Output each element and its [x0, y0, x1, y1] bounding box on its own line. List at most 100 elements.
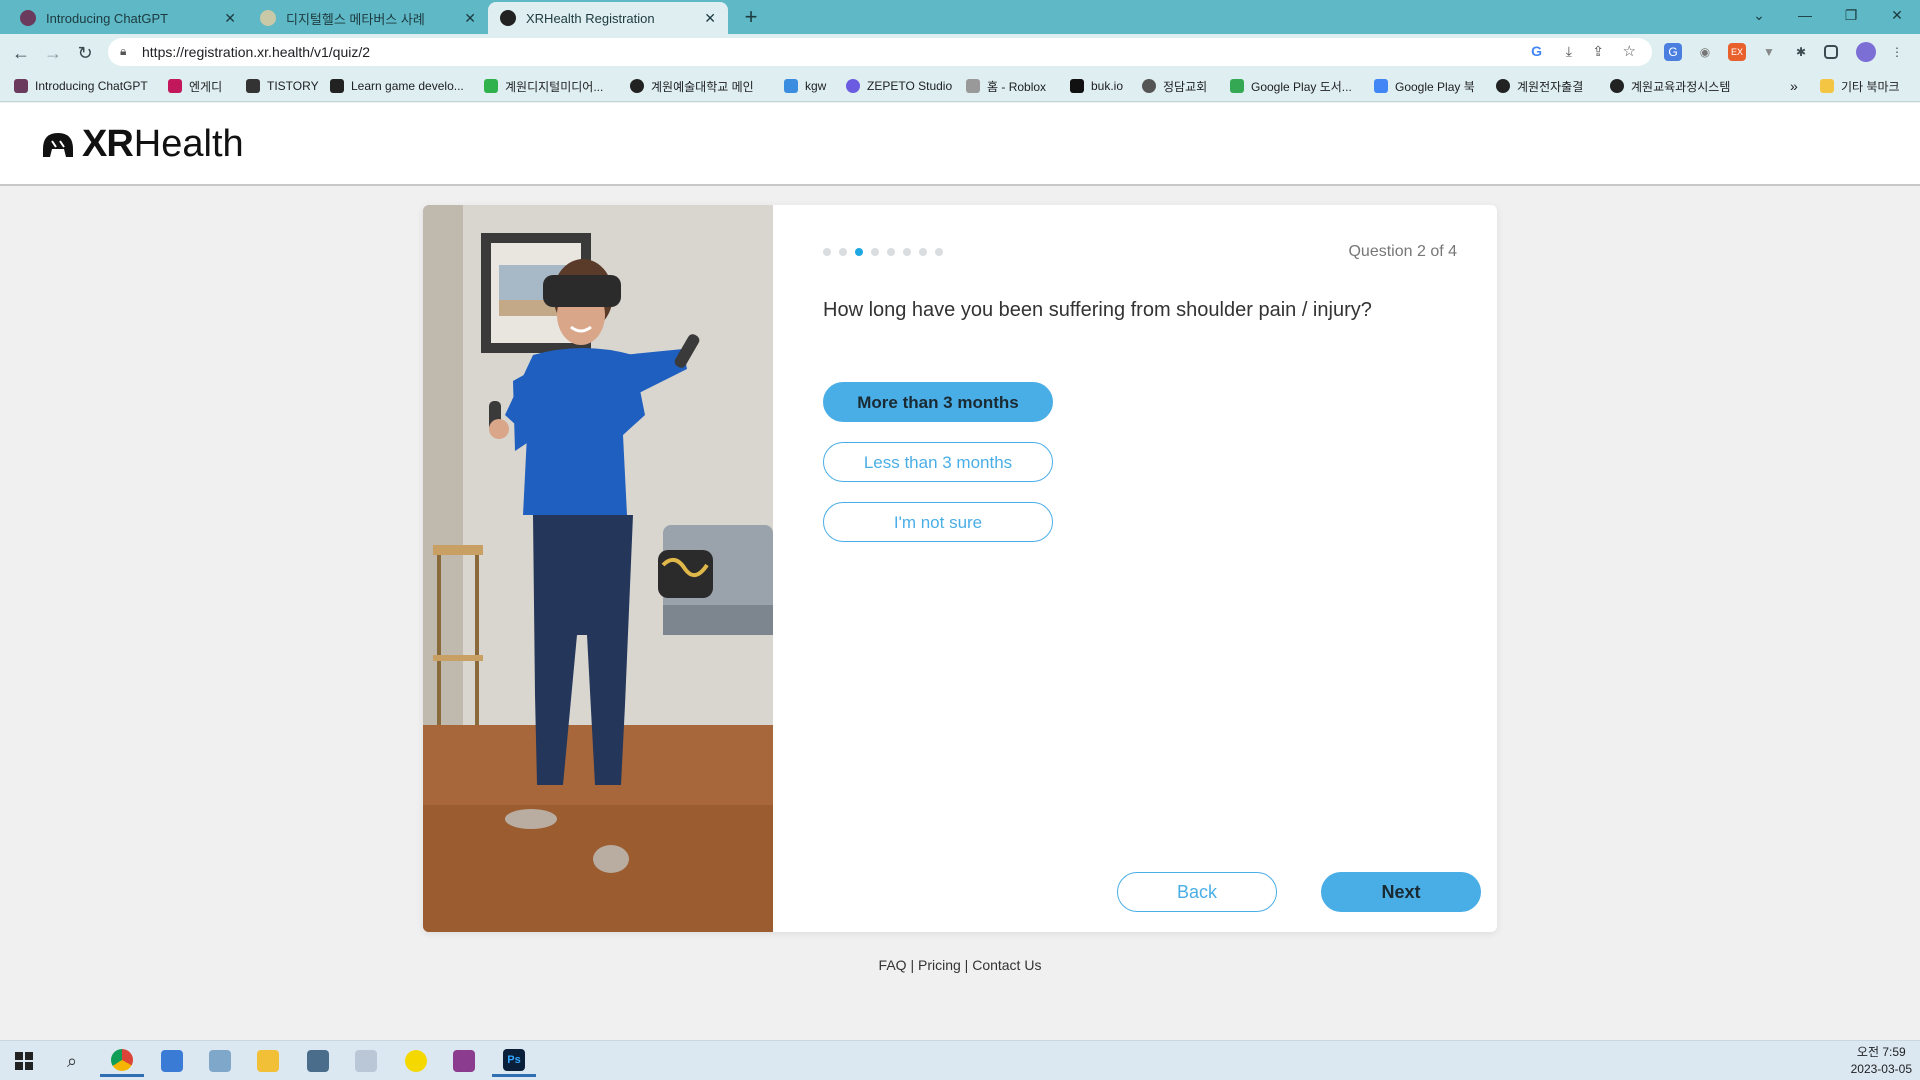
question-text: How long have you been suffering from sh… [823, 299, 1372, 321]
bookmark-item[interactable]: 계원디지털미디어... [484, 76, 603, 96]
chrome-taskbar-icon[interactable] [100, 1045, 144, 1077]
url-text[interactable]: https://registration.xr.health/v1/quiz/2 [142, 44, 370, 60]
option-less-than-3-months[interactable]: Less than 3 months [823, 442, 1053, 482]
minimize-button[interactable]: — [1782, 0, 1828, 30]
bookmarks-bar: Introducing ChatGPT 엔게디 TISTORY Learn ga… [0, 70, 1920, 102]
puzzle-extensions-icon[interactable]: ✱ [1792, 43, 1810, 61]
vue-extension-icon[interactable]: ▼ [1760, 43, 1778, 61]
next-button[interactable]: Next [1321, 872, 1481, 912]
tab-introducing-chatgpt[interactable]: Introducing ChatGPT ✕ [8, 2, 248, 34]
back-arrow-icon[interactable]: ← [8, 40, 34, 66]
forward-arrow-icon[interactable]: → [40, 40, 66, 66]
bookmark-label: 계원디지털미디어... [505, 79, 604, 94]
chatgpt-icon [14, 79, 28, 93]
bookmark-item[interactable]: Google Play 도서... [1230, 76, 1352, 96]
bookmark-item[interactable]: buk.io [1070, 76, 1123, 96]
pricing-link[interactable]: Pricing [918, 957, 961, 973]
close-window-button[interactable]: ✕ [1874, 0, 1920, 30]
windows-start-icon[interactable] [2, 1045, 46, 1077]
search-icon[interactable]: ⌕ [50, 1045, 94, 1077]
xrhealth-logo[interactable]: XR Health [40, 123, 244, 166]
close-tab-icon[interactable]: ✕ [704, 10, 716, 27]
chat-icon [405, 1050, 427, 1072]
app-taskbar-icon[interactable] [198, 1045, 242, 1077]
bookmark-item[interactable]: 정담교회 [1142, 76, 1207, 96]
bookmark-item[interactable]: Introducing ChatGPT [14, 76, 148, 96]
page-favicon-icon [260, 10, 276, 26]
footer-separator: | [910, 957, 915, 973]
bookmark-item[interactable]: Learn game develo... [330, 76, 464, 96]
side-panel-icon[interactable] [1824, 45, 1838, 59]
footer-separator: | [964, 957, 969, 973]
file-explorer-icon[interactable] [246, 1045, 290, 1077]
camera-extension-icon[interactable]: ◉ [1696, 43, 1714, 61]
bookmark-item[interactable]: 엔게디 [168, 76, 222, 96]
logo-health-text: Health [133, 123, 244, 165]
tab-search-icon[interactable]: ⌄ [1736, 0, 1782, 30]
quiz-panel: Question 2 of 4 How long have you been s… [773, 205, 1497, 932]
engedi-icon [168, 79, 182, 93]
option-more-than-3-months[interactable]: More than 3 months [823, 382, 1053, 422]
bookmark-label: buk.io [1091, 79, 1124, 93]
system-clock[interactable]: 오전 7:59 2023-03-05 [1851, 1044, 1912, 1078]
paint-icon[interactable] [344, 1045, 388, 1077]
bookmark-item[interactable]: Google Play 북 [1374, 76, 1475, 96]
calculator-icon[interactable] [296, 1045, 340, 1077]
restore-button[interactable]: ❐ [1828, 0, 1874, 30]
google-icon[interactable]: G [1531, 43, 1542, 59]
tab-xrhealth-registration[interactable]: XRHealth Registration ✕ [488, 2, 728, 34]
google-play-icon [1374, 79, 1388, 93]
bookmark-label: Google Play 도서... [1251, 79, 1352, 94]
back-button[interactable]: Back [1117, 872, 1277, 912]
unity-icon [330, 79, 344, 93]
windows-taskbar: ⌕ Ps 오전 7:59 2023-03-05 [0, 1040, 1920, 1080]
bookmark-label: 정담교회 [1163, 79, 1208, 94]
app-taskbar-icon[interactable] [150, 1045, 194, 1077]
kakaotalk-icon[interactable] [394, 1045, 438, 1077]
bookmark-item[interactable]: 계원예술대학교 메인 [630, 76, 754, 96]
faq-link[interactable]: FAQ [879, 957, 907, 973]
reload-icon[interactable]: ↻ [72, 40, 98, 66]
close-tab-icon[interactable]: ✕ [224, 10, 236, 27]
bookmark-item[interactable]: 계원교육과정시스템 [1610, 76, 1730, 96]
install-icon[interactable]: ⤓ [1566, 43, 1572, 60]
address-bar-row: ← → ↻ 🔒︎ https://registration.xr.health/… [0, 34, 1920, 70]
bookmark-label: Google Play 북 [1395, 79, 1475, 94]
star-bookmark-icon[interactable]: ☆ [1623, 42, 1636, 60]
lock-icon[interactable]: 🔒︎ [120, 44, 126, 59]
bookmark-label: kgw [805, 79, 827, 93]
progress-dot [935, 248, 943, 256]
url-field[interactable]: 🔒︎ https://registration.xr.health/v1/qui… [108, 38, 1652, 66]
new-tab-button[interactable]: + [738, 4, 764, 30]
share-icon[interactable]: ⇪ [1592, 43, 1604, 60]
profile-avatar[interactable] [1856, 42, 1876, 62]
bookmark-item[interactable]: 홈 - Roblox [966, 76, 1046, 96]
close-tab-icon[interactable]: ✕ [464, 10, 476, 27]
folder-icon [1820, 79, 1834, 93]
option-not-sure[interactable]: I'm not sure [823, 502, 1053, 542]
bookmark-item[interactable]: ZEPETO Studio [846, 76, 952, 96]
app-taskbar-icon[interactable] [442, 1045, 486, 1077]
photoshop-icon[interactable]: Ps [492, 1045, 536, 1077]
vr-headset-logo-icon [43, 132, 73, 157]
bookmark-label: Introducing ChatGPT [35, 79, 148, 93]
bookmark-item[interactable]: kgw [784, 76, 826, 96]
kgw-icon [784, 79, 798, 93]
bookmark-item[interactable]: 계원전자출결 [1496, 76, 1583, 96]
folder-icon [257, 1050, 279, 1072]
translate-extension-icon[interactable]: G [1664, 43, 1682, 61]
chatgpt-favicon-icon [20, 10, 36, 26]
tab-digital-health[interactable]: 디지털헬스 메타버스 사례 ✕ [248, 2, 488, 34]
contact-us-link[interactable]: Contact Us [972, 957, 1041, 973]
bookmark-item[interactable]: TISTORY [246, 76, 319, 96]
globe-icon [1496, 79, 1510, 93]
progress-dot [823, 248, 831, 256]
calculator-glyph-icon [307, 1050, 329, 1072]
ps-icon: Ps [503, 1048, 525, 1071]
bookmark-label: ZEPETO Studio [867, 79, 953, 93]
ex-extension-icon[interactable]: EX [1728, 43, 1746, 61]
more-bookmarks-button[interactable]: » [1790, 76, 1798, 96]
other-bookmarks-folder[interactable]: 기타 북마크 [1820, 76, 1900, 96]
menu-kebab-icon[interactable]: ⋮ [1888, 43, 1906, 61]
progress-dot [839, 248, 847, 256]
